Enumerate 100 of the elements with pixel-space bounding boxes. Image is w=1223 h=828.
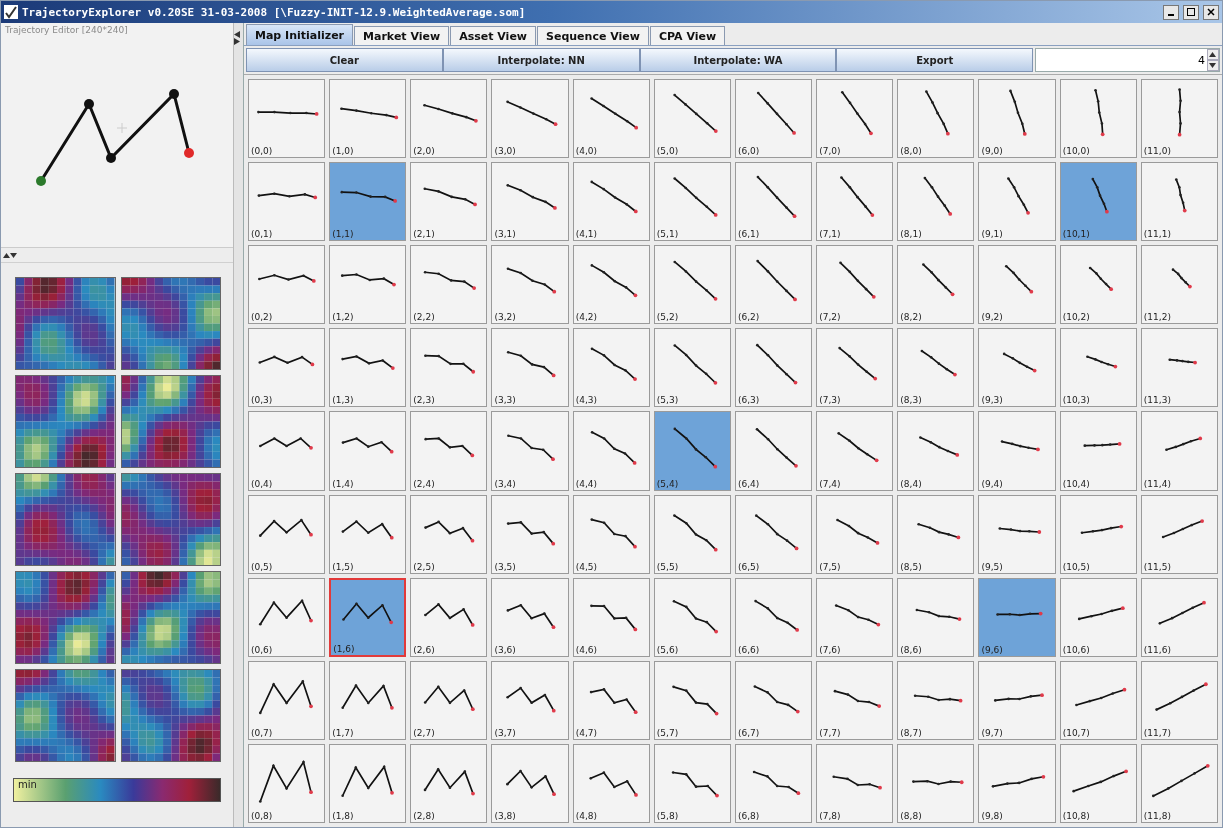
map-cell[interactable]: (10,1) bbox=[1059, 162, 1137, 242]
map-cell[interactable]: (4,5) bbox=[572, 494, 650, 574]
map-cell[interactable]: (2,2) bbox=[410, 245, 488, 325]
map-cell[interactable]: (5,2) bbox=[653, 245, 731, 325]
map-cell[interactable]: (6,5) bbox=[735, 494, 813, 574]
map-cell[interactable]: (3,4) bbox=[491, 411, 569, 491]
map-cell[interactable]: (2,4) bbox=[410, 411, 488, 491]
tab[interactable]: Map Initializer bbox=[246, 24, 354, 45]
map-cell[interactable]: (3,7) bbox=[491, 660, 569, 740]
map-cell[interactable]: (5,4) bbox=[653, 411, 731, 491]
map-cell[interactable]: (5,8) bbox=[653, 743, 731, 823]
map-cell[interactable]: (0,4) bbox=[248, 411, 326, 491]
map-cell[interactable]: (11,6) bbox=[1140, 577, 1218, 657]
map-cell[interactable]: (5,0) bbox=[653, 79, 731, 159]
map-cell[interactable]: (8,5) bbox=[897, 494, 975, 574]
map-cell[interactable]: (1,7) bbox=[329, 660, 407, 740]
map-cell[interactable]: (11,8) bbox=[1140, 743, 1218, 823]
map-cell[interactable]: (1,2) bbox=[329, 245, 407, 325]
map-cell[interactable]: (7,2) bbox=[816, 245, 894, 325]
toolbar-button[interactable]: Interpolate: WA bbox=[639, 48, 837, 72]
map-cell[interactable]: (7,3) bbox=[816, 328, 894, 408]
map-cell[interactable]: (4,6) bbox=[572, 577, 650, 657]
map-cell[interactable]: (1,8) bbox=[329, 743, 407, 823]
map-cell[interactable]: (11,5) bbox=[1140, 494, 1218, 574]
maximize-button[interactable] bbox=[1183, 4, 1199, 20]
map-cell[interactable]: (3,8) bbox=[491, 743, 569, 823]
map-cell[interactable]: (1,0) bbox=[329, 79, 407, 159]
map-cell[interactable]: (11,3) bbox=[1140, 328, 1218, 408]
map-cell[interactable]: (1,3) bbox=[329, 328, 407, 408]
tab[interactable]: Market View bbox=[354, 26, 450, 45]
spin-down-button[interactable] bbox=[1207, 60, 1219, 71]
map-cell[interactable]: (0,0) bbox=[248, 79, 326, 159]
map-cell[interactable]: (5,7) bbox=[653, 660, 731, 740]
map-cell[interactable]: (4,3) bbox=[572, 328, 650, 408]
map-cell[interactable]: (4,4) bbox=[572, 411, 650, 491]
map-cell[interactable]: (3,0) bbox=[491, 79, 569, 159]
map-cell[interactable]: (9,7) bbox=[978, 660, 1056, 740]
map-cell[interactable]: (10,8) bbox=[1059, 743, 1137, 823]
map-cell[interactable]: (8,6) bbox=[897, 577, 975, 657]
map-cell[interactable]: (0,5) bbox=[248, 494, 326, 574]
map-cell[interactable]: (2,1) bbox=[410, 162, 488, 242]
map-cell[interactable]: (9,2) bbox=[978, 245, 1056, 325]
map-cell[interactable]: (10,4) bbox=[1059, 411, 1137, 491]
map-cell[interactable]: (10,5) bbox=[1059, 494, 1137, 574]
map-cell[interactable]: (8,8) bbox=[897, 743, 975, 823]
map-cell[interactable]: (7,4) bbox=[816, 411, 894, 491]
map-cell[interactable]: (2,7) bbox=[410, 660, 488, 740]
map-cell[interactable]: (8,2) bbox=[897, 245, 975, 325]
map-cell[interactable]: (9,8) bbox=[978, 743, 1056, 823]
map-cell[interactable]: (5,3) bbox=[653, 328, 731, 408]
map-cell[interactable]: (6,2) bbox=[735, 245, 813, 325]
map-cell[interactable]: (4,1) bbox=[572, 162, 650, 242]
map-cell[interactable]: (3,1) bbox=[491, 162, 569, 242]
map-cell[interactable]: (11,1) bbox=[1140, 162, 1218, 242]
map-cell[interactable]: (8,1) bbox=[897, 162, 975, 242]
map-cell[interactable]: (3,5) bbox=[491, 494, 569, 574]
map-cell[interactable]: (2,6) bbox=[410, 577, 488, 657]
map-cell[interactable]: (4,2) bbox=[572, 245, 650, 325]
map-cell[interactable]: (0,6) bbox=[248, 577, 326, 657]
map-cell[interactable]: (1,1) bbox=[329, 162, 407, 242]
map-cell[interactable]: (3,3) bbox=[491, 328, 569, 408]
map-cell[interactable]: (7,8) bbox=[816, 743, 894, 823]
map-cell[interactable]: (6,7) bbox=[735, 660, 813, 740]
map-cell[interactable]: (4,8) bbox=[572, 743, 650, 823]
tab[interactable]: Sequence View bbox=[537, 26, 649, 45]
toolbar-button[interactable]: Export bbox=[836, 48, 1034, 72]
map-cell[interactable]: (8,3) bbox=[897, 328, 975, 408]
map-cell[interactable]: (11,4) bbox=[1140, 411, 1218, 491]
map-cell[interactable]: (9,3) bbox=[978, 328, 1056, 408]
map-cell[interactable]: (8,0) bbox=[897, 79, 975, 159]
minimize-button[interactable] bbox=[1163, 4, 1179, 20]
map-cell[interactable]: (1,6) bbox=[329, 577, 407, 657]
map-cell[interactable]: (6,0) bbox=[735, 79, 813, 159]
map-cell[interactable]: (10,3) bbox=[1059, 328, 1137, 408]
map-cell[interactable]: (8,7) bbox=[897, 660, 975, 740]
map-cell[interactable]: (1,5) bbox=[329, 494, 407, 574]
map-cell[interactable]: (2,3) bbox=[410, 328, 488, 408]
map-cell[interactable]: (10,0) bbox=[1059, 79, 1137, 159]
close-button[interactable] bbox=[1203, 4, 1219, 20]
map-cell[interactable]: (10,6) bbox=[1059, 577, 1137, 657]
map-cell[interactable]: (9,6) bbox=[978, 577, 1056, 657]
map-cell[interactable]: (7,1) bbox=[816, 162, 894, 242]
map-cell[interactable]: (0,2) bbox=[248, 245, 326, 325]
tab[interactable]: Asset View bbox=[450, 26, 536, 45]
map-cell[interactable]: (9,1) bbox=[978, 162, 1056, 242]
map-cell[interactable]: (11,2) bbox=[1140, 245, 1218, 325]
map-cell[interactable]: (9,4) bbox=[978, 411, 1056, 491]
map-cell[interactable]: (0,8) bbox=[248, 743, 326, 823]
map-cell[interactable]: (4,0) bbox=[572, 79, 650, 159]
number-spinner[interactable]: 4 bbox=[1035, 48, 1220, 72]
map-cell[interactable]: (5,6) bbox=[653, 577, 731, 657]
map-cell[interactable]: (4,7) bbox=[572, 660, 650, 740]
map-cell[interactable]: (6,4) bbox=[735, 411, 813, 491]
map-cell[interactable]: (5,5) bbox=[653, 494, 731, 574]
map-cell[interactable]: (11,0) bbox=[1140, 79, 1218, 159]
map-cell[interactable]: (7,0) bbox=[816, 79, 894, 159]
map-cell[interactable]: (7,5) bbox=[816, 494, 894, 574]
map-cell[interactable]: (8,4) bbox=[897, 411, 975, 491]
map-cell[interactable]: (6,3) bbox=[735, 328, 813, 408]
toolbar-button[interactable]: Clear bbox=[246, 48, 443, 72]
